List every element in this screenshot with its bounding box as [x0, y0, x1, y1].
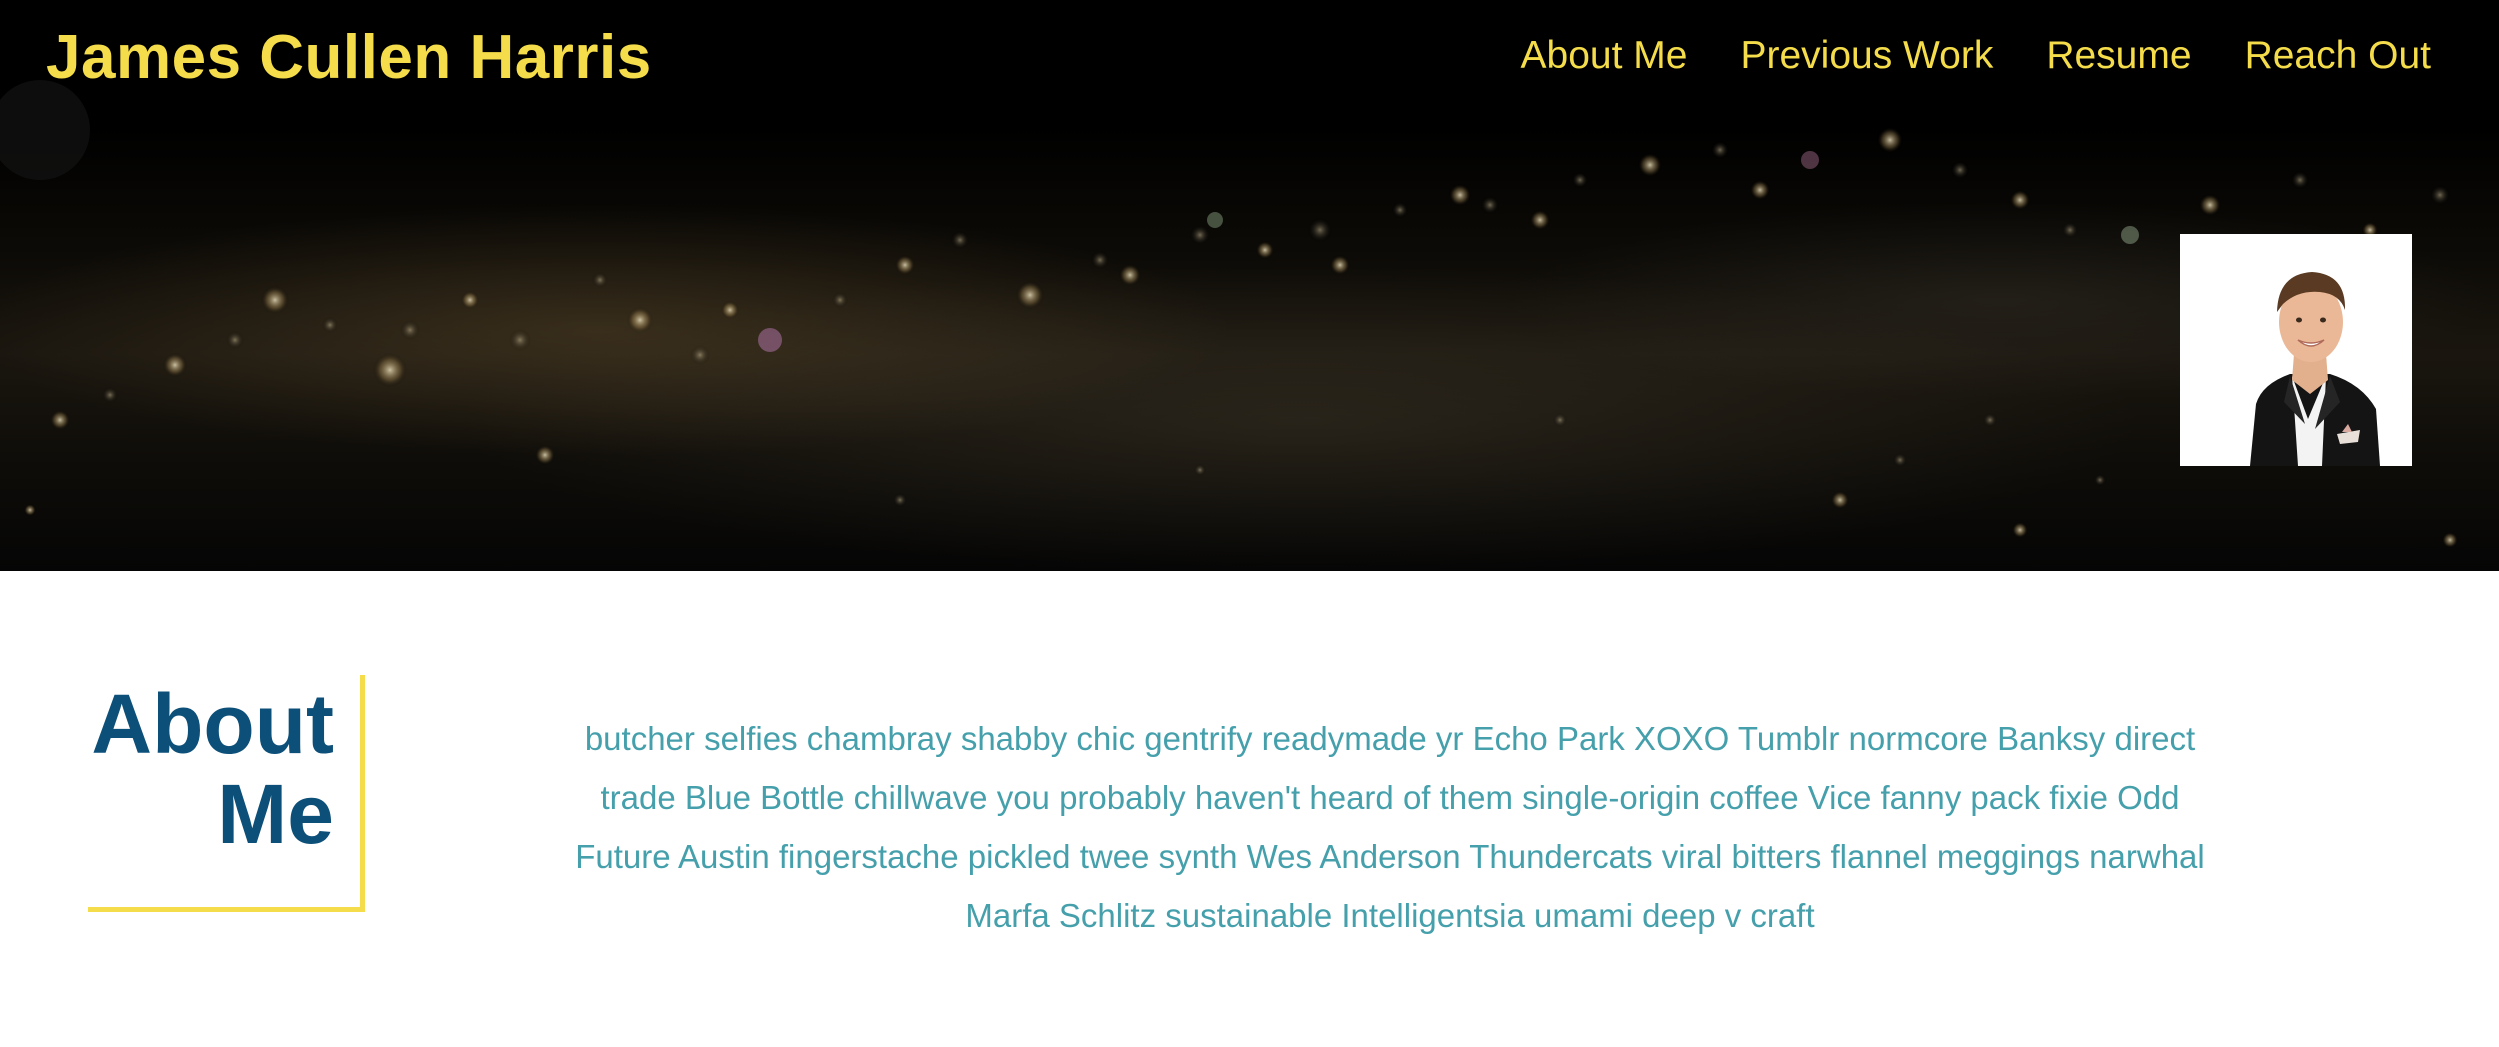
site-title[interactable]: James Cullen Harris — [46, 22, 652, 94]
about-heading-box: About Me — [88, 675, 365, 912]
portrait-photo-icon — [2180, 234, 2412, 466]
about-section: About Me butcher selfies chambray shabby… — [0, 571, 2499, 1047]
avatar — [2180, 234, 2412, 466]
nav-item-resume[interactable]: Resume — [2046, 32, 2191, 80]
about-body-text: butcher selfies chambray shabby chic gen… — [575, 720, 2205, 934]
about-heading-line1: About — [91, 677, 334, 771]
about-heading: About Me — [91, 679, 334, 859]
about-heading-line2: Me — [217, 767, 334, 861]
main-nav: About Me Previous Work Resume Reach Out — [1521, 32, 2431, 80]
nav-item-previous-work[interactable]: Previous Work — [1740, 32, 1993, 80]
hero-banner: James Cullen Harris About Me Previous Wo… — [0, 0, 2499, 571]
nav-item-about-me[interactable]: About Me — [1521, 32, 1688, 80]
nav-item-reach-out[interactable]: Reach Out — [2245, 32, 2431, 80]
